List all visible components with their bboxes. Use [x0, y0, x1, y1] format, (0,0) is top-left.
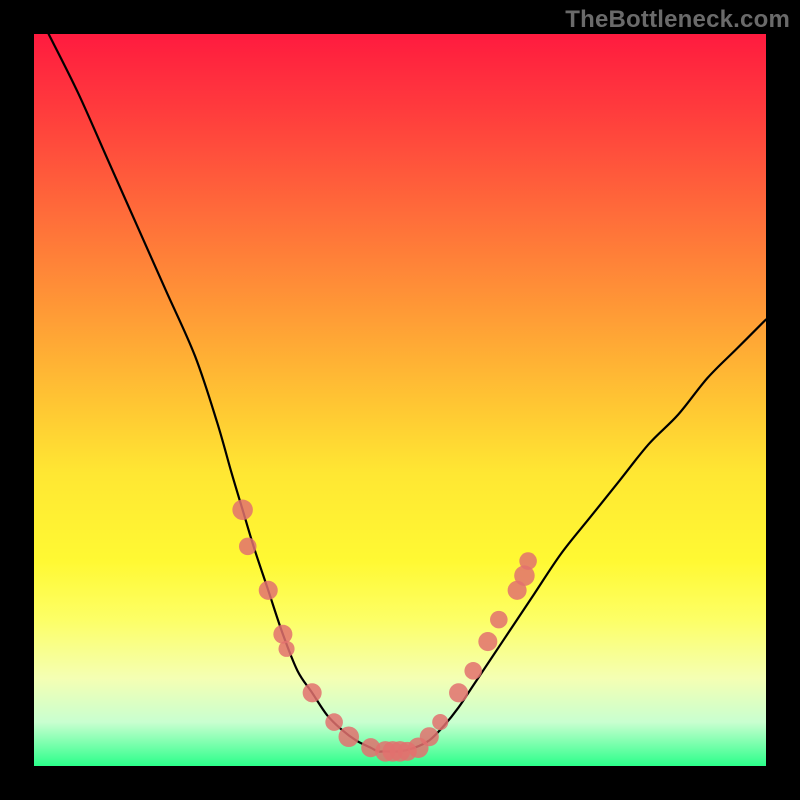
- marker-dot: [239, 538, 257, 556]
- chart-svg: [34, 34, 766, 766]
- marker-dot: [464, 662, 482, 680]
- marker-dots-group: [232, 500, 537, 762]
- marker-dot: [325, 713, 343, 731]
- marker-dot: [232, 500, 252, 520]
- bottleneck-curve: [49, 34, 766, 752]
- marker-dot: [478, 632, 497, 651]
- marker-dot: [339, 726, 359, 746]
- marker-dot: [449, 683, 468, 702]
- marker-dot: [432, 714, 448, 730]
- marker-dot: [303, 683, 322, 702]
- watermark-text: TheBottleneck.com: [565, 6, 790, 34]
- marker-dot: [273, 625, 292, 644]
- marker-dot: [519, 552, 537, 570]
- plot-area: [34, 34, 766, 766]
- marker-dot: [278, 641, 294, 657]
- marker-dot: [420, 727, 439, 746]
- chart-frame: TheBottleneck.com: [0, 0, 800, 800]
- marker-dot: [259, 581, 278, 600]
- marker-dot: [490, 611, 508, 629]
